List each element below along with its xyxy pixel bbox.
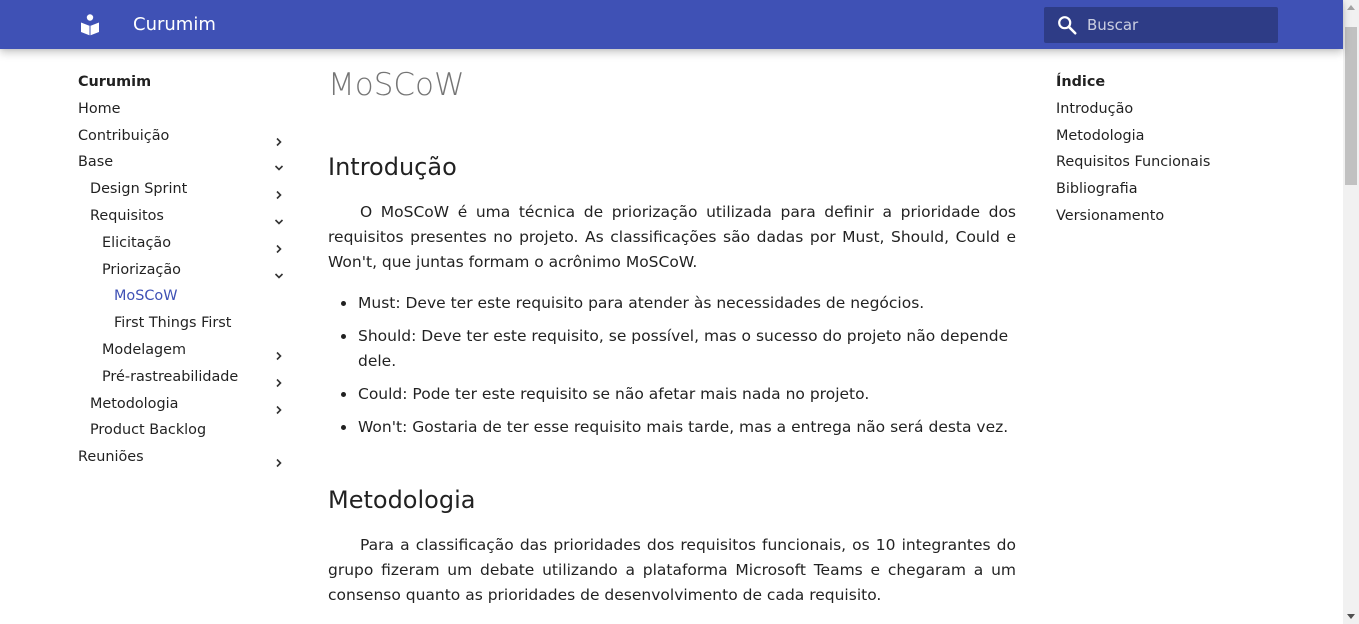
chevron-right-icon[interactable]	[274, 399, 284, 414]
moscow-list: Must: Deve ter este requisito para atend…	[341, 291, 1016, 440]
nav-item-reunioes[interactable]: Reuniões	[78, 445, 290, 472]
chevron-down-icon[interactable]	[274, 157, 284, 172]
nav-item-home[interactable]: Home	[78, 97, 290, 124]
chevron-right-icon[interactable]	[274, 452, 284, 468]
table-of-contents: Índice Introdução Metodologia Requisitos…	[1056, 70, 1276, 231]
nav-item-contribuicao[interactable]: Contribuição	[78, 124, 290, 151]
nav-item-label: Metodologia	[90, 395, 179, 412]
intro-paragraph: O MoSCoW é uma técnica de priorização ut…	[328, 203, 1016, 271]
toc-item-requisitos-funcionais[interactable]: Requisitos Funcionais	[1056, 150, 1276, 177]
page-scrollbar[interactable]	[1343, 0, 1359, 624]
nav-item-label: Priorização	[102, 261, 181, 278]
nav-item-label: Pré-rastreabilidade	[102, 368, 239, 385]
chevron-right-icon[interactable]	[274, 345, 284, 361]
nav-item-pre-rastreabilidade[interactable]: Pré-rastreabilidade	[78, 365, 290, 392]
nav-item-label: Product Backlog	[90, 422, 207, 439]
nav-item-moscow[interactable]: MoSCoW	[78, 284, 290, 311]
nav-item-label: Modelagem	[102, 341, 187, 358]
toc-title: Índice	[1056, 74, 1106, 90]
scroll-down-icon[interactable]	[1347, 614, 1355, 619]
header-bar: Curumim	[0, 0, 1343, 49]
list-item: Won't: Gostaria de ter esse requisito ma…	[341, 415, 1016, 440]
nav-item-base[interactable]: Base	[78, 150, 290, 177]
search-icon	[1056, 14, 1078, 36]
list-item: Should: Deve ter este requisito, se poss…	[341, 324, 1016, 374]
nav-item-product-backlog[interactable]: Product Backlog	[78, 418, 290, 445]
section-heading-metodologia: Metodologia	[328, 486, 476, 514]
chevron-right-icon[interactable]	[274, 184, 284, 200]
nav-item-label: MoSCoW	[114, 288, 178, 305]
section-heading-introducao: Introdução	[328, 153, 457, 181]
chevron-down-icon[interactable]	[274, 265, 284, 279]
primary-navigation: Curumim Home Contribuição Base Design Sprin…	[78, 70, 290, 472]
chevron-right-icon[interactable]	[274, 238, 284, 253]
nav-item-label: Home	[78, 100, 121, 117]
nav-item-label: Elicitação	[102, 234, 171, 251]
search-box[interactable]	[1044, 7, 1278, 43]
site-title[interactable]: Curumim	[133, 13, 216, 37]
toc-item-introducao[interactable]: Introdução	[1056, 97, 1276, 124]
nav-title: Curumim	[78, 74, 152, 90]
nav-item-label: Contribuição	[78, 127, 170, 144]
list-item: Must: Deve ter este requisito para atend…	[341, 291, 1016, 316]
nav-item-label: First Things First	[114, 315, 232, 332]
scroll-up-icon[interactable]	[1347, 5, 1355, 10]
book-reader-icon[interactable]	[78, 13, 102, 37]
nav-item-elicitacao[interactable]: Elicitação	[78, 231, 290, 258]
nav-item-label: Design Sprint	[90, 181, 188, 198]
nav-item-metodologia[interactable]: Metodologia	[78, 392, 290, 419]
nav-item-requisitos[interactable]: Requisitos	[78, 204, 290, 231]
nav-item-priorizacao[interactable]: Priorização	[78, 258, 290, 285]
method-paragraph: Para a classificação das prioridades dos…	[328, 536, 1016, 604]
main-content: MoSCoW Introdução O MoSCoW é uma técnica…	[328, 60, 1016, 608]
chevron-down-icon[interactable]	[274, 211, 284, 225]
scrollbar-thumb[interactable]	[1345, 27, 1357, 185]
nav-item-label: Requisitos	[90, 207, 164, 224]
toc-item-versionamento[interactable]: Versionamento	[1056, 204, 1276, 231]
toc-item-bibliografia[interactable]: Bibliografia	[1056, 177, 1276, 204]
nav-item-first-things-first[interactable]: First Things First	[78, 311, 290, 338]
chevron-right-icon[interactable]	[274, 131, 284, 146]
chevron-right-icon[interactable]	[274, 372, 284, 387]
nav-item-design-sprint[interactable]: Design Sprint	[78, 177, 290, 204]
toc-item-metodologia[interactable]: Metodologia	[1056, 124, 1276, 151]
nav-item-label: Base	[78, 154, 114, 171]
list-item: Could: Pode ter este requisito se não af…	[341, 382, 1016, 407]
nav-list: Home Contribuição Base Design Sprint Requisi…	[78, 97, 290, 472]
nav-item-label: Reuniões	[78, 449, 144, 466]
nav-item-modelagem[interactable]: Modelagem	[78, 338, 290, 365]
page-title: MoSCoW	[328, 67, 465, 103]
search-input[interactable]	[1087, 7, 1272, 43]
